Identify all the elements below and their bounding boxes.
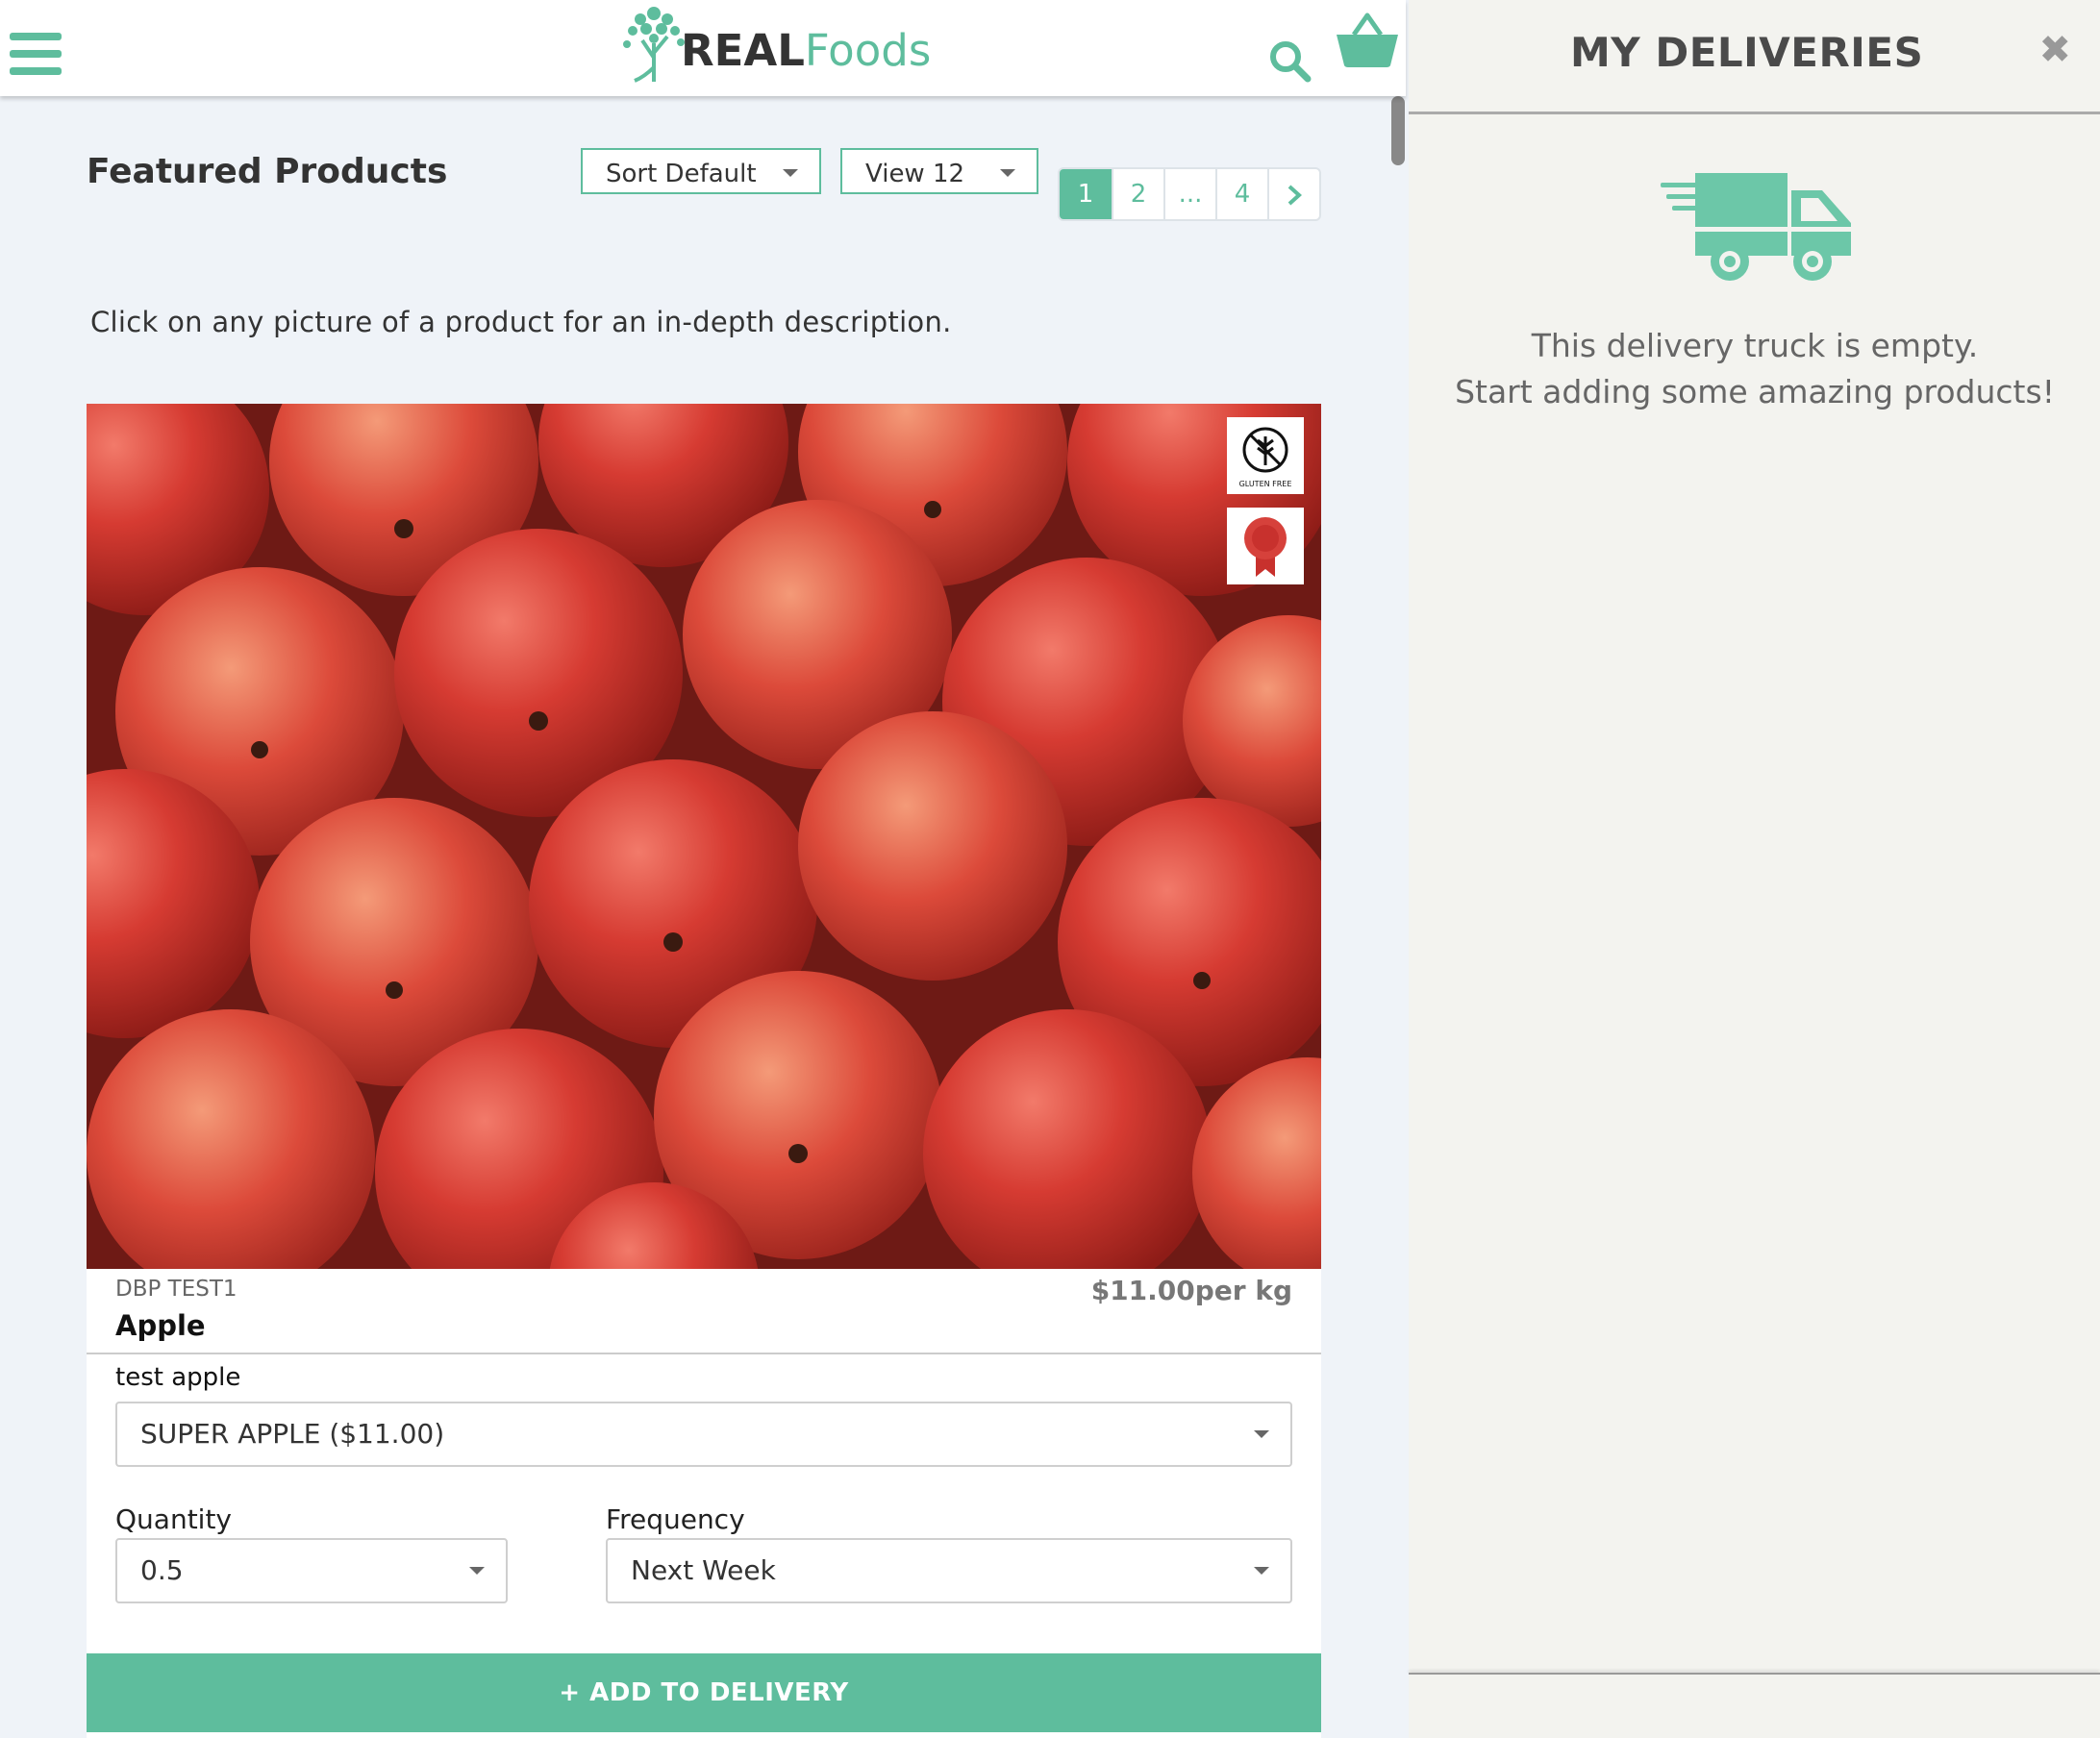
page-ellipsis: ... — [1163, 169, 1215, 219]
page-link-2[interactable]: 2 — [1112, 169, 1163, 219]
panel-header: MY DELIVERIES ✖ — [1409, 0, 2100, 114]
panel-title: MY DELIVERIES — [1570, 29, 1924, 76]
logo-text-real: REAL — [681, 25, 805, 76]
top-navigation-bar: REALFoods — [0, 0, 1406, 96]
frequency-select-value: Next Week — [631, 1554, 776, 1586]
page-link-4[interactable]: 4 — [1215, 169, 1267, 219]
panel-footer-divider — [1409, 1673, 2100, 1675]
brand-logo[interactable]: REALFoods — [615, 0, 931, 96]
add-to-delivery-button[interactable]: + ADD TO DELIVERY — [87, 1653, 1321, 1732]
sort-select[interactable]: Sort Default — [581, 148, 821, 194]
quantity-select-value: 0.5 — [140, 1554, 184, 1586]
sort-select-value: Sort Default — [606, 160, 757, 188]
empty-message-line-1: This delivery truck is empty. — [1531, 327, 1979, 364]
page-title: Featured Products — [87, 152, 448, 191]
award-ribbon-icon — [1227, 508, 1304, 584]
basket-icon[interactable] — [1335, 12, 1400, 71]
chevron-down-icon — [1254, 1430, 1269, 1438]
close-icon[interactable]: ✖ — [2038, 29, 2071, 71]
product-code: DBP TEST1 — [115, 1277, 238, 1302]
hamburger-menu-icon[interactable] — [10, 33, 62, 77]
page-link-1[interactable]: 1 — [1060, 169, 1112, 219]
frequency-select[interactable]: Next Week — [606, 1538, 1292, 1603]
frequency-label: Frequency — [606, 1503, 745, 1535]
product-image-apples[interactable]: GLUTEN FREE — [87, 404, 1321, 1269]
empty-message-line-2: Start adding some amazing products! — [1455, 373, 2055, 410]
quantity-select[interactable]: 0.5 — [115, 1538, 508, 1603]
product-card: GLUTEN FREE DBP TEST1 $11.00per kg Apple… — [87, 404, 1321, 1738]
pagination: 1 2 ... 4 — [1058, 167, 1321, 221]
logo-wordmark: REALFoods — [681, 25, 931, 76]
view-select-value: View 12 — [865, 160, 965, 188]
variant-select-value: SUPER APPLE ($11.00) — [140, 1418, 445, 1450]
main-scrollbar-thumb[interactable] — [1391, 96, 1405, 165]
gluten-free-badge-icon: GLUTEN FREE — [1227, 417, 1304, 494]
delivery-truck-icon — [1661, 173, 1851, 281]
chevron-right-icon — [1288, 185, 1302, 205]
quantity-label: Quantity — [115, 1503, 232, 1535]
empty-truck-message: This delivery truck is empty. Start addi… — [1409, 323, 2100, 415]
my-deliveries-panel: MY DELIVERIES ✖ This delivery truck is e… — [1409, 0, 2100, 1738]
chevron-down-icon — [1000, 169, 1015, 177]
product-name: Apple — [115, 1309, 206, 1342]
next-page-button[interactable] — [1267, 169, 1319, 219]
variant-select[interactable]: SUPER APPLE ($11.00) — [115, 1402, 1292, 1467]
logo-text-foods: Foods — [804, 25, 932, 76]
view-select[interactable]: View 12 — [840, 148, 1038, 194]
gluten-free-badge-text: GLUTEN FREE — [1239, 480, 1292, 488]
add-to-delivery-label: ADD TO DELIVERY — [589, 1678, 849, 1707]
chevron-down-icon — [1254, 1567, 1269, 1575]
plus-icon: + — [559, 1678, 581, 1707]
chevron-down-icon — [783, 169, 798, 177]
chevron-down-icon — [469, 1567, 485, 1575]
variant-label: test apple — [115, 1363, 241, 1392]
card-divider — [87, 1353, 1321, 1354]
product-price: $11.00per kg — [1090, 1275, 1292, 1306]
instructions-text: Click on any picture of a product for an… — [90, 306, 952, 338]
search-icon[interactable] — [1267, 38, 1313, 85]
